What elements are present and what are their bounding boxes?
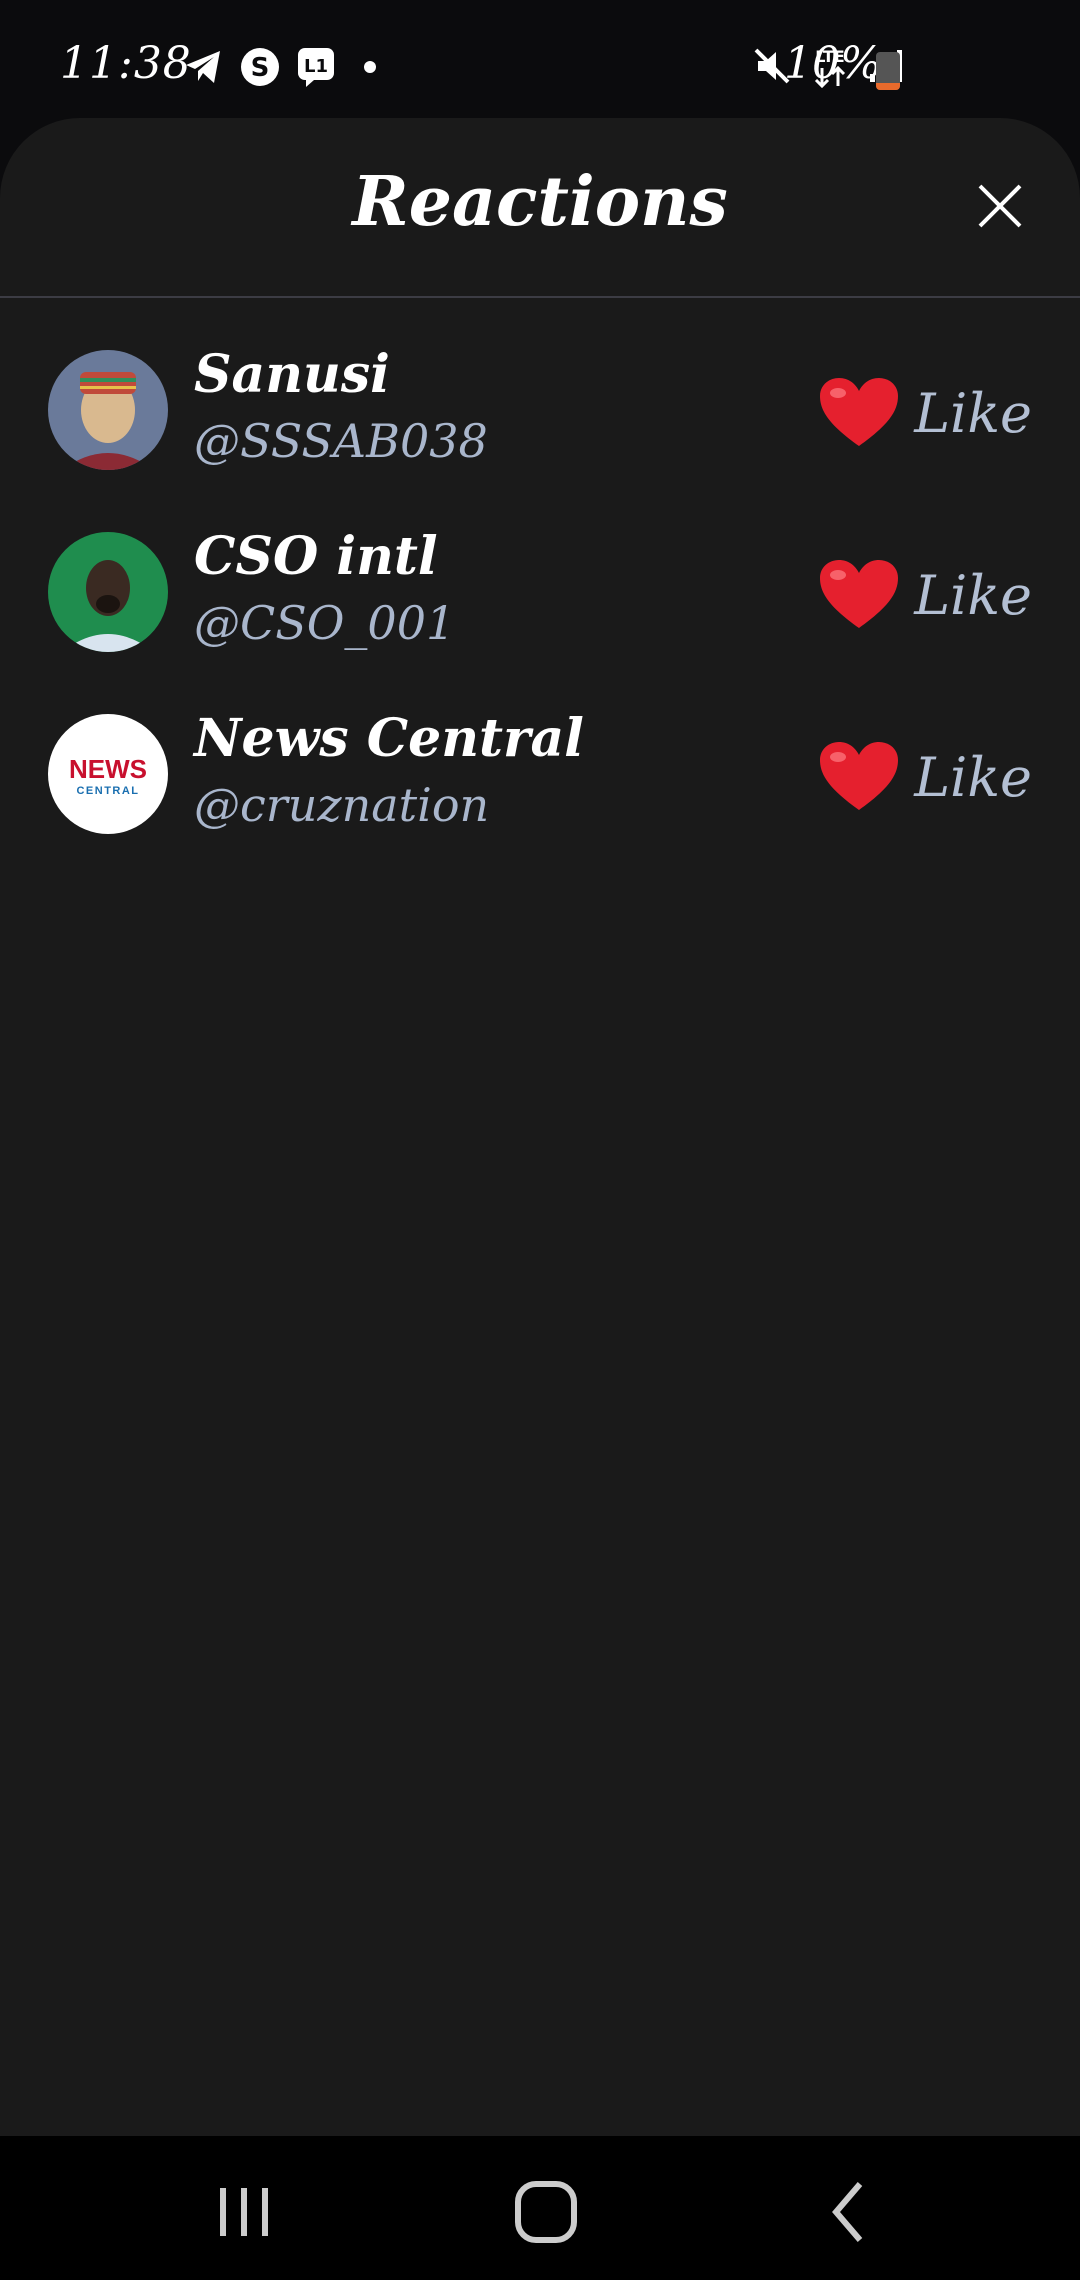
reaction-label: Like — [914, 745, 1032, 809]
reaction-badge: Like — [818, 558, 1032, 632]
status-icons-left: S L1 — [184, 46, 382, 88]
screen: 11:38 S L1 LTE 10% Reactions Sanusi @SSS… — [0, 0, 1080, 2280]
user-name[interactable]: CSO intl — [194, 526, 438, 587]
recents-icon — [220, 2188, 268, 2236]
dot-icon — [364, 61, 376, 73]
chat-icon: L1 — [298, 48, 334, 87]
back-icon — [832, 2182, 863, 2242]
reactions-sheet: Reactions Sanusi @SSSAB038 Like CSO intl… — [0, 118, 1080, 2136]
avatar[interactable] — [48, 532, 168, 652]
threads-icon: S — [241, 48, 279, 86]
user-handle: @CSO_001 — [194, 596, 456, 650]
news-central-logo: NEWS — [69, 754, 147, 784]
avatar[interactable] — [48, 350, 168, 470]
battery-percent: 10% — [784, 38, 882, 89]
telegram-icon — [186, 51, 220, 83]
reaction-row[interactable]: Sanusi @SSSAB038 Like — [0, 298, 1080, 480]
avatar[interactable]: NEWS CENTRAL — [48, 714, 168, 834]
recents-button[interactable] — [204, 2172, 284, 2252]
reaction-label: Like — [914, 381, 1032, 445]
reaction-label: Like — [914, 563, 1032, 627]
navigation-bar — [0, 2136, 1080, 2280]
close-icon — [978, 184, 1022, 228]
back-button[interactable] — [808, 2172, 888, 2252]
reaction-row[interactable]: CSO intl @CSO_001 Like — [0, 480, 1080, 662]
svg-text:L1: L1 — [304, 56, 328, 77]
heart-icon — [820, 560, 899, 628]
user-handle: @SSSAB038 — [194, 414, 488, 468]
heart-icon — [820, 378, 899, 446]
news-central-logo-sub: CENTRAL — [76, 785, 139, 797]
reaction-badge: Like — [818, 740, 1032, 814]
status-bar: 11:38 S L1 LTE 10% — [0, 0, 1080, 118]
svg-text:S: S — [251, 53, 270, 83]
reaction-row[interactable]: NEWS CENTRAL News Central @cruznation Li… — [0, 662, 1080, 844]
close-button[interactable] — [968, 174, 1032, 238]
home-icon — [515, 2181, 577, 2243]
reaction-badge: Like — [818, 376, 1032, 450]
home-button[interactable] — [506, 2172, 586, 2252]
reaction-list: Sanusi @SSSAB038 Like CSO intl @CSO_001 … — [0, 298, 1080, 844]
user-name[interactable]: Sanusi — [194, 344, 390, 405]
sheet-title: Reactions — [352, 162, 728, 242]
battery-icon — [876, 52, 900, 90]
sheet-header: Reactions — [0, 118, 1080, 298]
heart-icon — [820, 742, 899, 810]
user-name[interactable]: News Central — [194, 708, 584, 769]
user-handle: @cruznation — [194, 778, 490, 832]
battery-level-fill — [876, 83, 900, 90]
status-time: 11:38 — [60, 38, 192, 89]
